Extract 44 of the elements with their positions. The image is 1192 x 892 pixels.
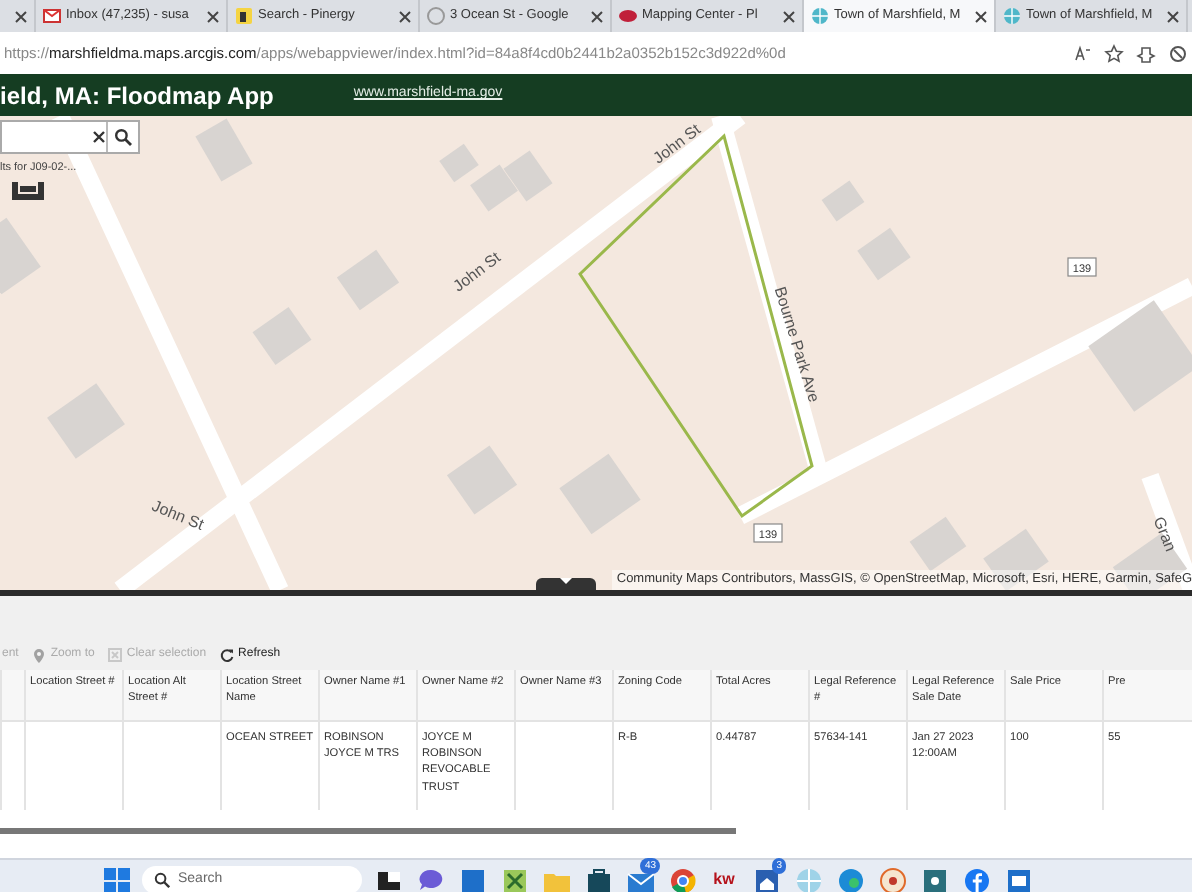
close-icon <box>14 9 28 23</box>
window-icon <box>1003 865 1033 892</box>
app-title: ield, MA: Floodmap App <box>0 79 274 113</box>
close-icon <box>782 9 796 23</box>
read-aloud-icon <box>1072 43 1092 63</box>
globe-icon <box>1002 6 1022 26</box>
taskbar-app[interactable]: kw <box>708 864 740 892</box>
network-icon <box>919 865 949 892</box>
search-icon <box>154 872 170 888</box>
scrollbar-thumb[interactable] <box>0 828 736 834</box>
clear-selection-icon <box>108 647 123 663</box>
refresh-icon <box>220 647 235 663</box>
street-label: Gran <box>1149 514 1180 554</box>
basket-icon <box>12 178 44 200</box>
logo-icon <box>618 6 638 26</box>
house-icon <box>751 865 781 892</box>
caret-icon <box>560 578 572 586</box>
mail-icon <box>42 6 62 26</box>
close-icon <box>974 9 988 23</box>
street-label: John St <box>449 248 505 296</box>
close-icon <box>590 9 604 23</box>
collapse-handle[interactable] <box>536 578 596 590</box>
edge-icon <box>835 865 865 892</box>
close-icon <box>206 9 220 23</box>
street-label: Bourne Park Ave <box>770 284 823 405</box>
star-icon <box>1104 43 1124 63</box>
globe-icon <box>810 6 830 26</box>
briefcase-icon <box>583 865 613 892</box>
taskbar-app[interactable] <box>582 864 614 892</box>
windows-icon <box>101 865 131 892</box>
circle-icon <box>426 6 446 26</box>
street-label: John St <box>649 120 705 168</box>
close-icon <box>398 9 412 23</box>
search-icon <box>114 128 132 146</box>
excel-icon <box>499 865 529 892</box>
pin-icon <box>32 647 47 663</box>
chrome-icon <box>667 865 697 892</box>
chat-icon <box>415 865 445 892</box>
facebook-icon <box>961 865 991 892</box>
clear-icon <box>92 130 106 144</box>
street-label: John St <box>149 496 207 534</box>
search-field[interactable] <box>0 120 140 154</box>
globe-icon <box>793 865 823 892</box>
close-icon <box>1166 9 1180 23</box>
